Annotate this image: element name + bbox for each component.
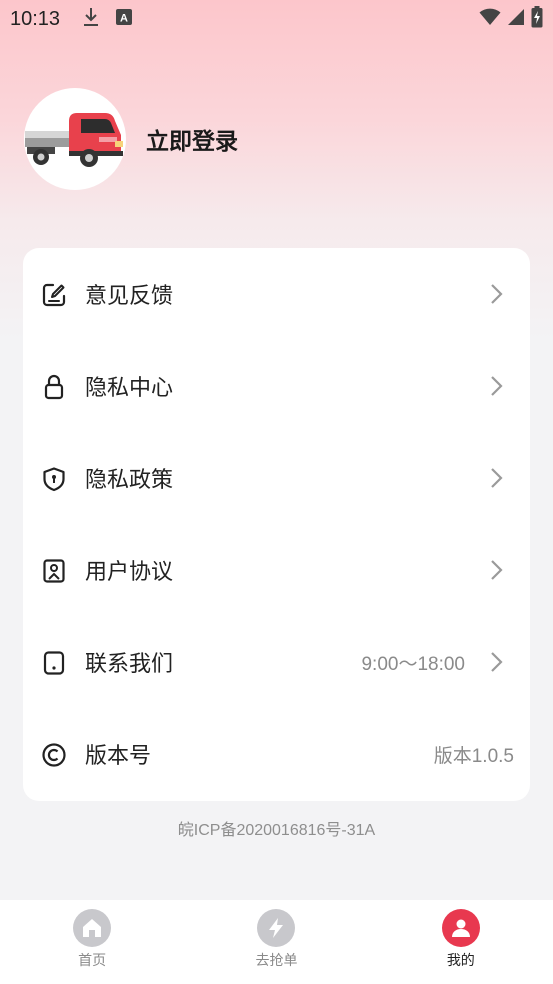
tab-home[interactable]: 首页	[0, 900, 184, 984]
version-value: 版本1.0.5	[433, 745, 514, 767]
battery-icon	[531, 6, 543, 32]
signal-icon	[507, 8, 525, 30]
chevron-right-icon	[490, 651, 504, 673]
menu-item-version: 版本号 版本1.0.5	[23, 708, 530, 800]
profile-header[interactable]: 立即登录	[24, 88, 238, 190]
wifi-icon	[479, 8, 501, 30]
font-notification-icon: A	[116, 9, 133, 29]
menu-item-contact-us[interactable]: 联系我们 9:00～18:00	[23, 616, 530, 708]
copyright-icon	[41, 742, 67, 768]
chevron-right-icon	[490, 559, 504, 581]
tab-mine[interactable]: 我的	[369, 900, 553, 984]
status-bar: 10:13 A	[0, 0, 553, 38]
chevron-right-icon	[490, 375, 504, 397]
login-label[interactable]: 立即登录	[146, 122, 238, 156]
user-icon	[441, 909, 480, 947]
tab-label-home: 首页	[78, 953, 107, 969]
home-icon	[73, 909, 112, 947]
menu-card: 意见反馈 隐私中心 隐私政策 用户协议 联系我们 9:00～18:00 版本号 …	[23, 248, 530, 801]
service-hours: 9:00～18:00	[361, 653, 465, 675]
menu-label-privacy-center: 隐私中心	[85, 376, 174, 401]
tab-label-mine: 我的	[446, 953, 475, 969]
download-icon	[82, 7, 100, 31]
status-time: 10:13	[10, 7, 61, 30]
phone-icon	[41, 650, 67, 676]
chevron-right-icon	[490, 467, 504, 489]
menu-label-version: 版本号	[85, 744, 152, 769]
menu-item-privacy-center[interactable]: 隐私中心	[23, 340, 530, 432]
lightning-icon	[257, 909, 296, 947]
svg-text:A: A	[120, 13, 128, 25]
agreement-icon	[41, 558, 67, 584]
lock-icon	[41, 374, 67, 400]
bottom-tab-bar: 首页 去抢单 我的	[0, 900, 553, 984]
tab-grab-order[interactable]: 去抢单	[184, 900, 368, 984]
icp-record: 皖ICP备2020016816号-31A	[177, 822, 376, 839]
menu-label-privacy-policy: 隐私政策	[85, 468, 174, 493]
menu-item-privacy-policy[interactable]: 隐私政策	[23, 432, 530, 524]
menu-label-contact-us: 联系我们	[85, 652, 174, 677]
feedback-edit-icon	[41, 282, 67, 308]
menu-label-user-agreement: 用户协议	[85, 560, 174, 585]
truck-avatar-icon	[25, 113, 123, 167]
chevron-right-icon	[490, 283, 504, 305]
shield-icon	[41, 466, 67, 492]
menu-item-user-agreement[interactable]: 用户协议	[23, 524, 530, 616]
avatar[interactable]	[24, 88, 126, 190]
menu-item-feedback[interactable]: 意见反馈	[23, 248, 530, 340]
menu-label-feedback: 意见反馈	[85, 284, 174, 309]
tab-label-grab-order: 去抢单	[255, 953, 298, 969]
